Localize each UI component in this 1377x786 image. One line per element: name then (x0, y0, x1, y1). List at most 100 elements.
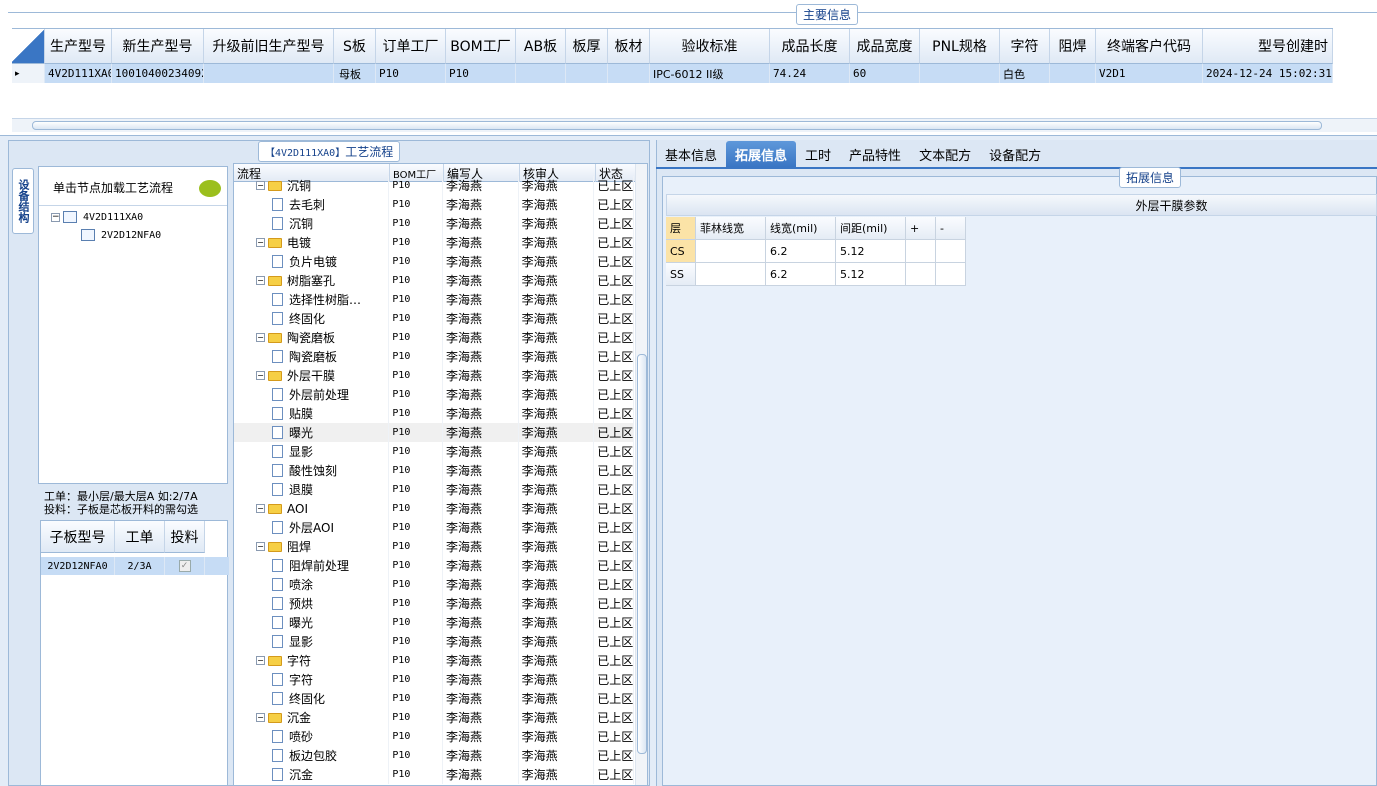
process-step-row[interactable]: 陶瓷磨板 P10 李海燕 李海燕 已上区 (234, 347, 634, 366)
collapse-icon[interactable]: − (256, 238, 265, 247)
param-col-header[interactable]: 间距(mil) (836, 217, 906, 240)
collapse-icon[interactable]: − (256, 504, 265, 513)
collapse-icon[interactable]: − (256, 713, 265, 722)
collapse-icon[interactable]: − (256, 542, 265, 551)
tab-item[interactable]: 文本配方 (910, 141, 980, 167)
param-cell[interactable]: 6.2 (766, 263, 836, 286)
vertical-tab-structure[interactable]: 设备结构 (12, 168, 34, 234)
tree-node-root[interactable]: − 4V2D111XA0 (51, 211, 143, 223)
process-step-row[interactable]: 负片电镀 P10 李海燕 李海燕 已上区 (234, 252, 634, 271)
col-order[interactable]: 工单 (115, 521, 165, 553)
vscroll-thumb[interactable] (637, 354, 647, 754)
param-cell[interactable] (936, 263, 966, 286)
param-col-header[interactable]: 菲林线宽 (696, 217, 766, 240)
process-step-row[interactable]: 去毛刺 P10 李海燕 李海燕 已上区 (234, 195, 634, 214)
process-step-row[interactable]: 退膜 P10 李海燕 李海燕 已上区 (234, 480, 634, 499)
process-step-row[interactable]: 显影 P10 李海燕 李海燕 已上区 (234, 632, 634, 651)
tree-node-label: 2V2D12NFA0 (101, 229, 162, 241)
column-header[interactable]: S板 (334, 29, 376, 64)
process-step-row[interactable]: 阻焊前处理 P10 李海燕 李海燕 已上区 (234, 556, 634, 575)
param-col-header[interactable]: 线宽(mil) (766, 217, 836, 240)
param-cell[interactable] (696, 263, 766, 286)
column-header[interactable]: 成品宽度 (850, 29, 920, 64)
tab-item[interactable]: 拓展信息 (726, 141, 797, 167)
collapse-icon[interactable]: − (256, 181, 265, 190)
param-cell[interactable] (696, 240, 766, 263)
tab-item[interactable]: 工时 (796, 141, 840, 167)
tab-item[interactable]: 产品特性 (840, 141, 910, 167)
hscroll-thumb[interactable] (32, 121, 1322, 130)
process-group-row[interactable]: − 树脂塞孔 P10 李海燕 李海燕 已上区 (234, 271, 634, 290)
param-cell[interactable] (906, 240, 936, 263)
col-sub-model[interactable]: 子板型号 (41, 521, 115, 553)
process-step-row[interactable]: 喷涂 P10 李海燕 李海燕 已上区 (234, 575, 634, 594)
process-vscrollbar[interactable] (635, 164, 647, 785)
main-info-hscrollbar[interactable] (12, 118, 1377, 132)
process-step-row[interactable]: 板边包胶 P10 李海燕 李海燕 已上区 (234, 746, 634, 765)
column-header[interactable]: 成品长度 (770, 29, 850, 64)
process-step-row[interactable]: 预烘 P10 李海燕 李海燕 已上区 (234, 594, 634, 613)
process-step-row[interactable]: 终固化 P10 李海燕 李海燕 已上区 (234, 689, 634, 708)
process-step-row[interactable]: 字符 P10 李海燕 李海燕 已上区 (234, 670, 634, 689)
process-step-row[interactable]: 选择性树脂… P10 李海燕 李海燕 已上区 (234, 290, 634, 309)
process-group-row[interactable]: − 电镀 P10 李海燕 李海燕 已上区 (234, 233, 634, 252)
process-group-row[interactable]: − 字符 P10 李海燕 李海燕 已上区 (234, 651, 634, 670)
main-info-row[interactable]: ▸ 4V2D111XA0 10010400234092 母板 P10 P10 IPC-601… (12, 64, 1333, 83)
column-header[interactable]: 升级前旧生产型号 (204, 29, 334, 64)
column-header[interactable]: BOM工厂 (446, 29, 516, 64)
column-header[interactable]: 验收标准 (650, 29, 770, 64)
param-cell[interactable] (936, 240, 966, 263)
param-col-header[interactable]: 层 (666, 217, 696, 240)
param-cell[interactable]: 6.2 (766, 240, 836, 263)
column-header[interactable]: 阻焊 (1050, 29, 1096, 64)
process-step-row[interactable]: 终固化 P10 李海燕 李海燕 已上区 (234, 309, 634, 328)
collapse-icon[interactable]: − (256, 371, 265, 380)
param-col-header[interactable]: - (936, 217, 966, 240)
process-group-row[interactable]: − 陶瓷磨板 P10 李海燕 李海燕 已上区 (234, 328, 634, 347)
column-header[interactable]: 订单工厂 (376, 29, 446, 64)
process-step-row[interactable]: 沉金 P10 李海燕 李海燕 已上区 (234, 765, 634, 784)
process-group-row[interactable]: − 阻焊 P10 李海燕 李海燕 已上区 (234, 537, 634, 556)
process-step-row[interactable]: 曝光 P10 李海燕 李海燕 已上区 (234, 613, 634, 632)
column-header[interactable]: 新生产型号 (112, 29, 204, 64)
column-header[interactable]: 字符 (1000, 29, 1050, 64)
process-group-row[interactable]: − AOI P10 李海燕 李海燕 已上区 (234, 499, 634, 518)
param-cell[interactable]: 5.12 (836, 263, 906, 286)
process-step-row[interactable]: 酸性蚀刻 P10 李海燕 李海燕 已上区 (234, 461, 634, 480)
collapse-icon[interactable]: − (256, 276, 265, 285)
process-step-row[interactable]: 外层AOI P10 李海燕 李海燕 已上区 (234, 518, 634, 537)
grid-corner[interactable] (12, 29, 45, 64)
param-cell[interactable]: 5.12 (836, 240, 906, 263)
collapse-icon[interactable]: − (51, 212, 60, 222)
column-header[interactable]: 型号创建时 (1203, 29, 1333, 64)
tree-node-child[interactable]: 2V2D12NFA0 (81, 229, 161, 241)
tab-item[interactable]: 基本信息 (656, 141, 726, 167)
collapse-icon[interactable]: − (256, 333, 265, 342)
process-group-row[interactable]: − 沉金 P10 李海燕 李海燕 已上区 (234, 708, 634, 727)
process-group-row[interactable]: − 外层干膜 P10 李海燕 李海燕 已上区 (234, 366, 634, 385)
main-info-header: 生产型号 新生产型号 升级前旧生产型号 S板 订单工厂 BOM工厂 AB板 板厚 板材 验收标准成… (12, 28, 1333, 64)
feed-checkbox[interactable]: ✓ (178, 560, 191, 572)
column-header[interactable]: 生产型号 (45, 29, 112, 64)
process-step-row[interactable]: 贴膜 P10 李海燕 李海燕 已上区 (234, 404, 634, 423)
collapse-icon[interactable]: − (256, 656, 265, 665)
column-header[interactable]: 板材 (608, 29, 650, 64)
process-step-row[interactable]: 喷砂 P10 李海燕 李海燕 已上区 (234, 727, 634, 746)
param-row[interactable]: CS 6.2 5.12 (666, 240, 966, 263)
column-header[interactable]: 终端客户代码 (1096, 29, 1203, 64)
process-group-row[interactable]: − 沉铜 P10 李海燕 李海燕 已上区 (234, 176, 634, 195)
process-step-row[interactable]: 沉铜 P10 李海燕 李海燕 已上区 (234, 214, 634, 233)
process-name: 外层AOI (289, 521, 334, 535)
tab-item[interactable]: 设备配方 (980, 141, 1050, 167)
col-feed[interactable]: 投料 (165, 521, 205, 553)
column-header[interactable]: 板厚 (566, 29, 608, 64)
param-col-header[interactable]: + (906, 217, 936, 240)
process-step-row[interactable]: 曝光 P10 李海燕 李海燕 已上区 (234, 423, 634, 442)
column-header[interactable]: PNL规格 (920, 29, 1000, 64)
process-bom-cell: P10 (389, 366, 443, 385)
param-cell[interactable] (906, 263, 936, 286)
process-step-row[interactable]: 显影 P10 李海燕 李海燕 已上区 (234, 442, 634, 461)
param-row[interactable]: SS 6.2 5.12 (666, 263, 966, 286)
process-step-row[interactable]: 外层前处理 P10 李海燕 李海燕 已上区 (234, 385, 634, 404)
column-header[interactable]: AB板 (516, 29, 566, 64)
